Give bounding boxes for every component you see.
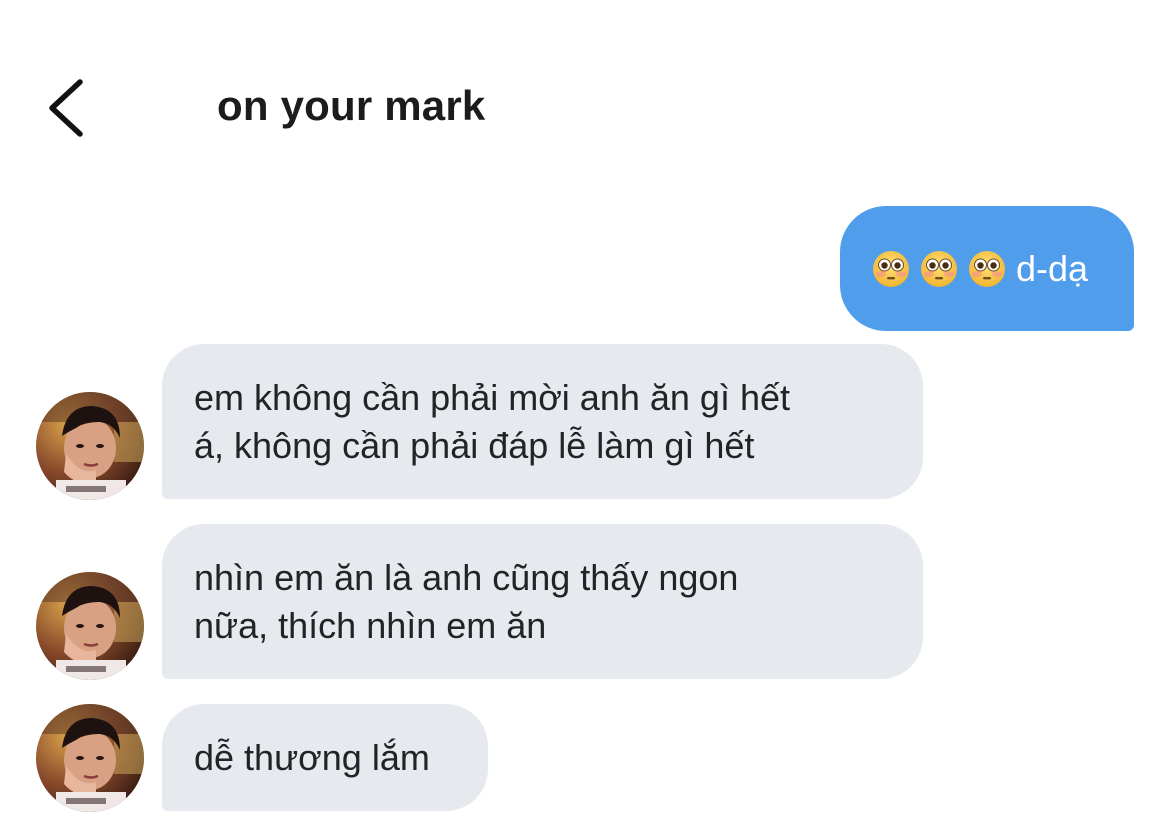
flushed-face-emoji-icon (872, 250, 910, 288)
message-text-line: em không cần phải mời anh ăn gì hết (194, 377, 790, 418)
message-text-line: nữa, thích nhìn em ăn (194, 605, 547, 646)
message-text-line: dễ thương lắm (194, 737, 430, 778)
message-text-line: á, không cần phải đáp lễ làm gì hết (194, 425, 755, 466)
sender-avatar[interactable] (36, 392, 144, 500)
flushed-face-emoji-icon (920, 250, 958, 288)
incoming-message-bubble[interactable]: dễ thương lắm (162, 704, 488, 811)
back-button[interactable] (38, 76, 94, 140)
message-text-line: nhìn em ăn là anh cũng thấy ngon (194, 557, 739, 598)
incoming-message-bubble[interactable]: nhìn em ăn là anh cũng thấy ngon nữa, th… (162, 524, 923, 679)
chat-header: on your mark (0, 60, 1169, 160)
flushed-face-emoji-icon (968, 250, 1006, 288)
chevron-left-icon[interactable] (38, 76, 94, 140)
conversation-title[interactable]: on your mark (217, 82, 485, 130)
message-text: d-dạ (1016, 247, 1089, 289)
sender-avatar[interactable] (36, 704, 144, 812)
sender-avatar[interactable] (36, 572, 144, 680)
incoming-message-bubble[interactable]: em không cần phải mời anh ăn gì hết á, k… (162, 344, 923, 499)
outgoing-message-bubble[interactable]: d-dạ (840, 206, 1134, 331)
